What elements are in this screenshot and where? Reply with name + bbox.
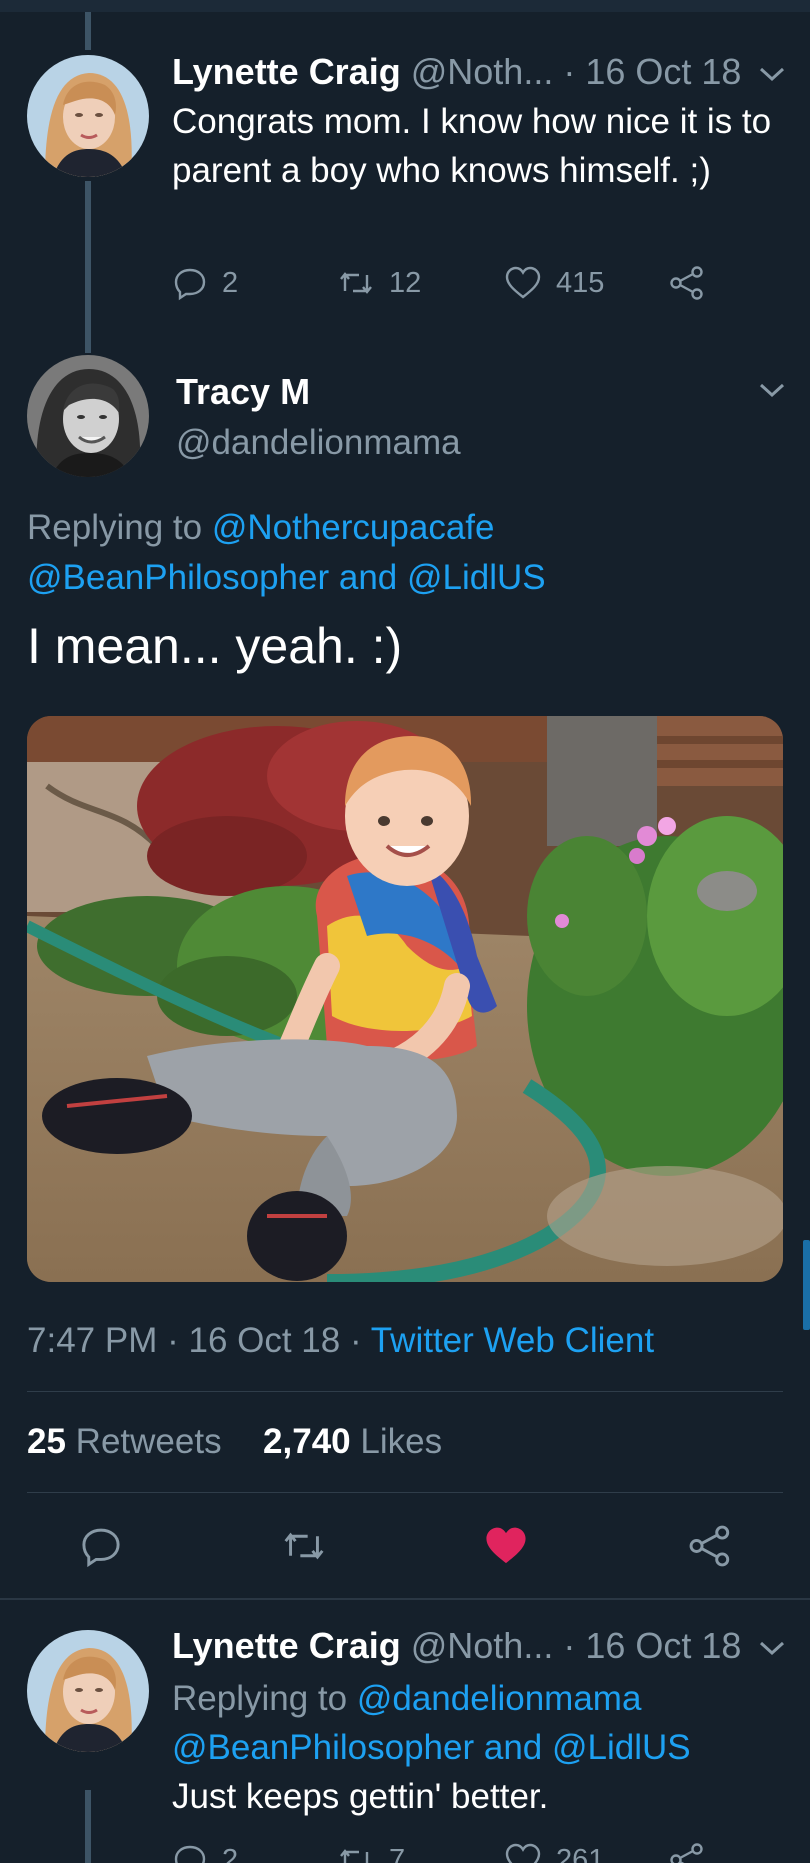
main-reply-icon[interactable] xyxy=(78,1524,124,1568)
tweet3-reply-count: 2 xyxy=(222,1843,239,1863)
tweet3-text: Just keeps gettin' better. xyxy=(172,1777,549,1816)
main-retweet-icon[interactable] xyxy=(279,1524,329,1568)
tweet1-text: Congrats mom. I know how nice it is to p… xyxy=(172,102,772,190)
main-stats: 25 Retweets 2,740 Likes xyxy=(27,1420,442,1464)
like-label: Likes xyxy=(360,1422,443,1461)
tweet3-like-button[interactable]: 261 xyxy=(504,1842,604,1863)
thread-line-tweet1 xyxy=(85,181,91,353)
photo-toddler-in-garden xyxy=(27,716,783,1282)
avatar-lynette-image xyxy=(27,55,149,177)
mention-nothercupacafe[interactable]: @Nothercupacafe xyxy=(212,508,495,547)
main-tweet-text: I mean... yeah. :) xyxy=(27,618,403,674)
thread-line-tweet3 xyxy=(85,1790,91,1863)
retweet-label: Retweets xyxy=(75,1422,222,1461)
divider-bottom-stats xyxy=(27,1492,783,1493)
main-share-icon[interactable] xyxy=(686,1524,734,1568)
tweet3-and: and xyxy=(483,1728,543,1767)
main-handle[interactable]: @dandelionmama xyxy=(176,421,461,465)
main-tweet-photo[interactable] xyxy=(27,716,783,1282)
share-icon xyxy=(670,266,703,300)
mention-beanphilosopher[interactable]: @BeanPhilosopher xyxy=(27,558,329,597)
mention-beanphilosopher-2[interactable]: @BeanPhilosopher xyxy=(172,1728,474,1767)
tweet1-retweet-count: 12 xyxy=(389,266,422,299)
scrollbar-thumb[interactable] xyxy=(803,1240,810,1330)
tweet1-like-count: 415 xyxy=(556,266,605,299)
tweet3-reply-button[interactable]: 2 xyxy=(172,1842,238,1863)
tweet1-retweet-button[interactable]: 12 xyxy=(337,265,421,301)
main-date[interactable]: · 16 Oct 18 · xyxy=(167,1321,362,1360)
tweet3-author-name[interactable]: Lynette Craig xyxy=(172,1625,401,1666)
main-reply-and: and xyxy=(338,558,398,597)
avatar-lynette-reply-image xyxy=(27,1630,149,1752)
retweet-icon xyxy=(340,272,372,294)
main-author-name[interactable]: Tracy M xyxy=(176,370,310,414)
tweet3-handle[interactable]: @Noth... xyxy=(411,1625,554,1666)
tweet3-chevron-down-icon[interactable] xyxy=(757,1638,787,1658)
divider-before-reply xyxy=(0,1598,810,1600)
tweet1-date[interactable]: · 16 Oct 18 xyxy=(563,51,741,92)
tweet3-like-count: 261 xyxy=(556,1843,605,1863)
tweet3-header: Lynette Craig @Noth... · 16 Oct 18 xyxy=(172,1624,741,1668)
main-replying-to: Replying to @Nothercupacafe @BeanPhiloso… xyxy=(27,503,787,603)
tweet1-reply-button[interactable]: 2 xyxy=(172,265,238,301)
thread-line-top xyxy=(85,12,91,50)
main-like-icon-filled[interactable] xyxy=(482,1524,530,1568)
tweet3-replying-to: Replying to @dandelionmama @BeanPhilosop… xyxy=(172,1674,792,1772)
tweet1-header: Lynette Craig @Noth... · 16 Oct 18 xyxy=(172,50,741,94)
avatar-lynette-reply[interactable] xyxy=(27,1630,149,1752)
likes-stat[interactable]: 2,740 Likes xyxy=(263,1422,442,1461)
avatar-tracy-image xyxy=(27,355,149,477)
main-chevron-down-icon[interactable] xyxy=(757,380,787,400)
main-replying-prefix: Replying to xyxy=(27,508,203,547)
tweet3-date[interactable]: · 16 Oct 18 xyxy=(563,1625,741,1666)
main-time[interactable]: 7:47 PM xyxy=(27,1321,157,1360)
avatar-tracy[interactable] xyxy=(27,355,149,477)
tweet3-retweet-count: 7 xyxy=(389,1843,406,1863)
share-icon xyxy=(670,1843,703,1863)
retweets-stat[interactable]: 25 Retweets xyxy=(27,1422,231,1461)
avatar-lynette[interactable] xyxy=(27,55,149,177)
main-timestamp-line: 7:47 PM · 16 Oct 18 · Twitter Web Client xyxy=(27,1319,654,1363)
tweet1-handle[interactable]: @Noth... xyxy=(411,51,554,92)
reply-icon xyxy=(174,1845,206,1863)
heart-icon xyxy=(505,266,541,299)
main-client[interactable]: Twitter Web Client xyxy=(371,1321,654,1360)
retweet-icon xyxy=(340,1849,369,1863)
tweet1-reply-count: 2 xyxy=(222,266,239,299)
tweet1-like-button[interactable]: 415 xyxy=(504,265,604,301)
tweet3-retweet-button[interactable]: 7 xyxy=(337,1842,405,1863)
mention-lidlus-2[interactable]: @LidlUS xyxy=(552,1728,691,1767)
heart-icon xyxy=(505,1843,541,1863)
tweet3-share-button[interactable] xyxy=(668,1842,706,1863)
tweet1-share-button[interactable] xyxy=(668,265,706,301)
tweet3-replying-prefix: Replying to xyxy=(172,1679,348,1718)
divider-top-stats xyxy=(27,1391,783,1392)
tweet1-chevron-down-icon[interactable] xyxy=(757,64,787,84)
mention-lidlus[interactable]: @LidlUS xyxy=(407,558,546,597)
like-count: 2,740 xyxy=(263,1422,351,1461)
mention-dandelionmama[interactable]: @dandelionmama xyxy=(357,1679,642,1718)
reply-icon xyxy=(174,268,206,301)
tweet1-author-name[interactable]: Lynette Craig xyxy=(172,51,401,92)
top-bar xyxy=(0,0,810,12)
retweet-count: 25 xyxy=(27,1422,66,1461)
